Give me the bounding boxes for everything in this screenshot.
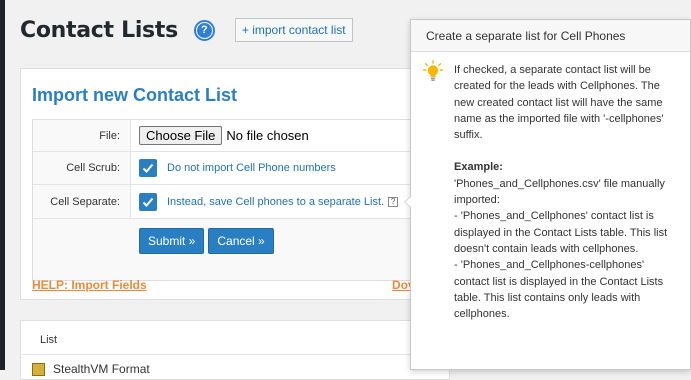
check-icon <box>142 163 154 173</box>
tooltip-body: If checked, a separate contact list will… <box>454 62 680 322</box>
cell-scrub-checkbox[interactable] <box>139 159 157 177</box>
cell-scrub-label: Cell Scrub: <box>66 162 120 174</box>
submit-button[interactable]: Submit » <box>139 228 205 254</box>
tooltip-example-label: Example: <box>454 161 503 174</box>
list-column-header: List <box>40 334 58 346</box>
help-icon[interactable]: ? <box>193 19 215 41</box>
import-form: File: Choose File No file chosen Cell Sc… <box>32 119 462 281</box>
cell-separate-checkbox[interactable] <box>139 192 157 211</box>
lightbulb-icon <box>423 60 443 81</box>
contact-lists-table: List StealthVM Format <box>20 320 450 380</box>
cell-scrub-text[interactable]: Do not import Cell Phone numbers <box>167 162 336 174</box>
tooltip-title: Create a separate list for Cell Phones <box>411 20 690 52</box>
cell-separate-text[interactable]: Instead, save Cell phones to a separate … <box>167 196 384 208</box>
form-actions: Submit » Cancel » <box>139 228 274 254</box>
check-icon <box>142 197 154 207</box>
import-contact-list-button[interactable]: + import contact list <box>234 18 353 42</box>
file-row: File: Choose File No file chosen <box>33 120 461 152</box>
file-label: File: <box>99 129 120 142</box>
tooltip-example-line: 'Phones_and_Cellphones.csv' file manuall… <box>454 177 665 207</box>
import-section-title: Import new Contact List <box>32 85 238 105</box>
cell-separate-row: Cell Separate: Instead, save Cell phones… <box>33 185 461 219</box>
file-status: No file chosen <box>226 128 309 143</box>
cell-separate-label: Cell Separate: <box>50 195 120 208</box>
page-title: Contact Lists <box>20 17 178 43</box>
list-item[interactable]: StealthVM Format <box>53 362 150 376</box>
import-panel: Import new Contact List File: Choose Fil… <box>20 68 462 300</box>
cell-scrub-row: Cell Scrub: Do not import Cell Phone num… <box>33 152 461 185</box>
cell-separate-tooltip: Create a separate list for Cell Phones I… <box>404 19 691 370</box>
tooltip-arrow-inner <box>405 197 411 207</box>
divider <box>21 354 449 355</box>
tooltip-example-line: - 'Phones_and_Cellphones-cellphones' con… <box>454 259 664 321</box>
help-import-fields-link[interactable]: HELP: Import Fields <box>32 278 147 292</box>
tooltip-description: If checked, a separate contact list will… <box>454 64 664 142</box>
cancel-button[interactable]: Cancel » <box>208 228 274 254</box>
help-icon-glyph: ? <box>196 22 212 38</box>
admin-sidebar-edge <box>0 0 5 370</box>
question-icon[interactable]: ? <box>388 196 399 207</box>
tooltip-example-line: - 'Phones_and_Cellphones' contact list i… <box>454 210 668 255</box>
page-header: Contact Lists ? + import contact list <box>20 12 353 48</box>
choose-file-button[interactable]: Choose File <box>139 126 223 145</box>
